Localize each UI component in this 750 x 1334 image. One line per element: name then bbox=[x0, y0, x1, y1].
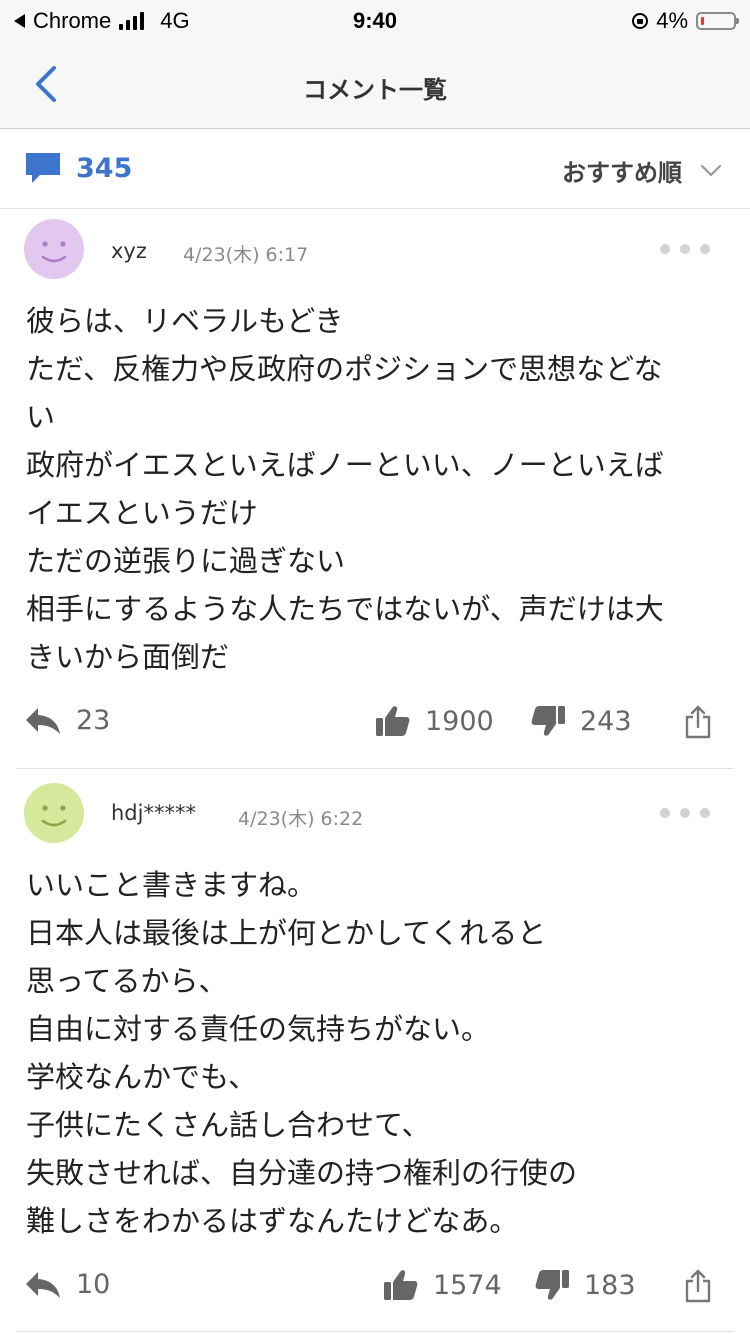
reply-button[interactable]: 23 bbox=[24, 705, 110, 736]
orientation-lock-icon bbox=[632, 13, 649, 29]
comment-line: 自由に対する責任の気持ちがない。 bbox=[26, 1012, 491, 1046]
comment-line: 政府がイエスといえばノーといい、ノーといえば bbox=[26, 448, 664, 482]
status-bar-right: 4% bbox=[632, 8, 739, 34]
comment-line: 子供にたくさん話し合わせて、 bbox=[26, 1108, 431, 1142]
comment-date: 4/23(木) 6:17 bbox=[183, 244, 309, 266]
comment-summary-bar: 345 おすすめ順 bbox=[0, 129, 750, 209]
sort-dropdown[interactable]: おすすめ順 bbox=[562, 153, 722, 188]
thumbs-up-icon bbox=[384, 1270, 418, 1300]
reply-icon bbox=[26, 707, 60, 734]
comment-line: ただの逆張りに過ぎない bbox=[26, 544, 346, 578]
comment-line: イエスというだけ bbox=[26, 496, 258, 530]
battery-percent: 4% bbox=[656, 8, 688, 33]
sort-label[interactable]: おすすめ順 bbox=[562, 153, 682, 188]
comment-line: 失敗させれば、自分達の持つ権利の行使の bbox=[26, 1156, 578, 1190]
comment-bubble-icon bbox=[26, 153, 60, 183]
share-icon[interactable] bbox=[684, 705, 712, 739]
comment-username[interactable]: hdj***** bbox=[111, 801, 196, 825]
dislike-count: 183 bbox=[584, 1269, 636, 1301]
battery-icon bbox=[696, 12, 739, 30]
thumbs-down-icon bbox=[531, 706, 565, 736]
reply-button[interactable]: 10 bbox=[24, 1269, 110, 1300]
comment-divider bbox=[16, 768, 734, 769]
thumbs-up-icon bbox=[376, 706, 410, 736]
comment-count-value: 345 bbox=[76, 152, 133, 184]
comment-actions: 23 1900 243 bbox=[0, 705, 750, 745]
comment-line: ただ、反権力や反政府のポジションで思想などな bbox=[26, 352, 663, 386]
share-icon[interactable] bbox=[684, 1269, 712, 1303]
comment-actions: 10 1574 183 bbox=[0, 1269, 750, 1309]
comment-date: 4/23(木) 6:22 bbox=[238, 808, 364, 830]
dislike-count: 243 bbox=[580, 705, 632, 737]
comment-divider bbox=[16, 1331, 734, 1332]
like-count: 1574 bbox=[433, 1269, 502, 1301]
comment-item: xyz 4/23(木) 6:17 彼らは、リベラルもどき ただ、反権力や反政府の… bbox=[0, 209, 750, 769]
comment-line: 相手にするような人たちではないが、声だけは大 bbox=[26, 592, 664, 626]
comment-line: 思ってるから、 bbox=[26, 964, 228, 998]
comment-username[interactable]: xyz bbox=[111, 239, 147, 263]
like-button[interactable]: 1900 bbox=[375, 705, 494, 737]
thumbs-down-icon bbox=[535, 1270, 569, 1300]
page-title: コメント一覧 bbox=[303, 76, 447, 104]
comment-line: 難しさをわかるはずなんたけどなあ。 bbox=[26, 1204, 519, 1238]
reply-count: 23 bbox=[76, 705, 111, 736]
reply-count: 10 bbox=[76, 1269, 111, 1300]
comment-line: いいこと書きますね。 bbox=[26, 868, 317, 902]
comment-body: いいこと書きますね。 日本人は最後は上が何とかしてくれると 思ってるから、 自由… bbox=[26, 861, 726, 1245]
avatar-icon[interactable] bbox=[24, 783, 84, 843]
more-options-icon[interactable] bbox=[660, 244, 710, 254]
comment-item: hdj***** 4/23(木) 6:22 いいこと書きますね。 日本人は最後は… bbox=[0, 773, 750, 1334]
like-count: 1900 bbox=[425, 705, 494, 737]
dislike-button[interactable]: 183 bbox=[534, 1269, 636, 1301]
status-bar: Chrome 4G 9:40 4% bbox=[0, 0, 750, 40]
dislike-button[interactable]: 243 bbox=[530, 705, 632, 737]
reply-icon bbox=[26, 1271, 60, 1298]
comment-line: きいから面倒だ bbox=[26, 640, 230, 674]
comment-count: 345 bbox=[24, 151, 132, 185]
comment-line: 学校なんかでも、 bbox=[26, 1060, 258, 1094]
avatar-icon[interactable] bbox=[24, 219, 84, 279]
comment-line: 日本人は最後は上が何とかしてくれると bbox=[26, 916, 547, 950]
comment-body: 彼らは、リベラルもどき ただ、反権力や反政府のポジションで思想などな い 政府が… bbox=[26, 297, 726, 681]
comment-line: 彼らは、リベラルもどき bbox=[26, 304, 344, 338]
more-options-icon[interactable] bbox=[660, 808, 710, 818]
like-button[interactable]: 1574 bbox=[383, 1269, 502, 1301]
comment-line: い bbox=[26, 400, 56, 434]
navigation-bar: コメント一覧 bbox=[0, 40, 750, 129]
chevron-down-icon[interactable] bbox=[700, 164, 722, 178]
